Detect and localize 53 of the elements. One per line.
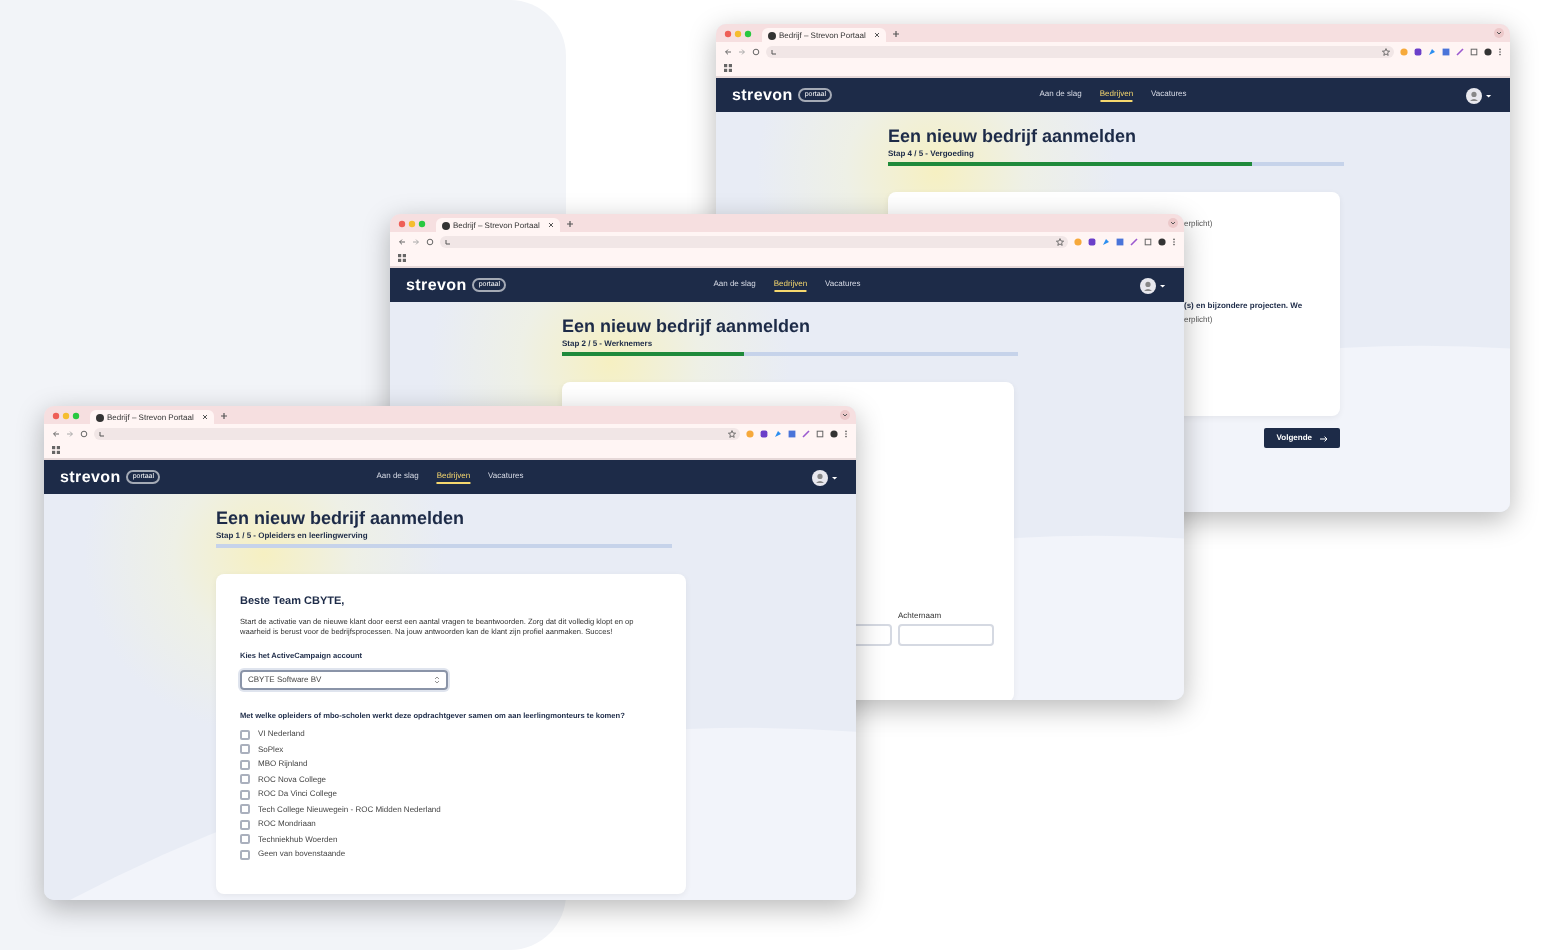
chevron-down-icon[interactable] xyxy=(840,410,850,420)
favicon-icon xyxy=(95,413,103,421)
checkbox[interactable] xyxy=(240,834,250,845)
profile-icon[interactable] xyxy=(830,429,838,437)
apps-grid-icon[interactable] xyxy=(398,254,406,262)
arrow-right-icon xyxy=(1320,435,1328,441)
page-title: Een nieuw bedrijf aanmelden xyxy=(888,128,1137,146)
checkbox[interactable] xyxy=(240,744,250,755)
window-controls-icon xyxy=(52,411,80,419)
favicon-icon xyxy=(441,221,449,229)
checkbox[interactable] xyxy=(240,759,250,770)
apps-grid-icon[interactable] xyxy=(724,64,732,72)
profile-icon[interactable] xyxy=(1484,47,1492,55)
favicon-icon xyxy=(767,31,775,39)
site-info-icon xyxy=(98,429,106,437)
avatar-icon[interactable] xyxy=(1140,277,1168,293)
checkbox[interactable] xyxy=(240,729,250,740)
checkbox[interactable] xyxy=(240,789,250,800)
back-icon[interactable] xyxy=(52,429,60,437)
back-icon[interactable] xyxy=(398,237,406,245)
page-title: Een nieuw bedrijf aanmelden xyxy=(216,510,465,528)
avatar-icon[interactable] xyxy=(1466,87,1494,103)
input-field[interactable] xyxy=(898,624,994,646)
star-icon[interactable] xyxy=(728,429,736,437)
checkbox[interactable] xyxy=(240,819,250,830)
page-title: Een nieuw bedrijf aanmelden xyxy=(562,318,811,336)
star-icon[interactable] xyxy=(1056,237,1064,245)
reload-icon[interactable] xyxy=(426,237,434,245)
chevron-down-icon[interactable] xyxy=(1494,28,1504,38)
window-controls-icon xyxy=(398,219,426,227)
logo[interactable]: strevon xyxy=(732,87,793,103)
avatar-icon[interactable] xyxy=(812,469,840,485)
close-icon xyxy=(201,414,207,420)
reload-icon[interactable] xyxy=(752,47,760,55)
chevron-down-icon[interactable] xyxy=(1168,218,1178,228)
back-icon[interactable] xyxy=(724,47,732,55)
checkbox[interactable] xyxy=(240,774,250,785)
plus-icon[interactable] xyxy=(566,219,574,227)
site-info-icon xyxy=(444,237,452,245)
profile-icon[interactable] xyxy=(1158,237,1166,245)
reload-icon[interactable] xyxy=(80,429,88,437)
close-icon xyxy=(873,32,879,38)
logo[interactable]: strevon xyxy=(406,277,467,293)
star-icon[interactable] xyxy=(1382,47,1390,55)
apps-grid-icon[interactable] xyxy=(52,446,60,454)
close-icon xyxy=(547,222,553,228)
logo[interactable]: strevon xyxy=(60,469,121,485)
plus-icon[interactable] xyxy=(220,411,228,419)
checkbox[interactable] xyxy=(240,804,250,815)
site-info-icon xyxy=(770,47,778,55)
checkbox[interactable] xyxy=(240,849,250,860)
window-controls-icon xyxy=(724,29,752,37)
plus-icon[interactable] xyxy=(892,29,900,37)
